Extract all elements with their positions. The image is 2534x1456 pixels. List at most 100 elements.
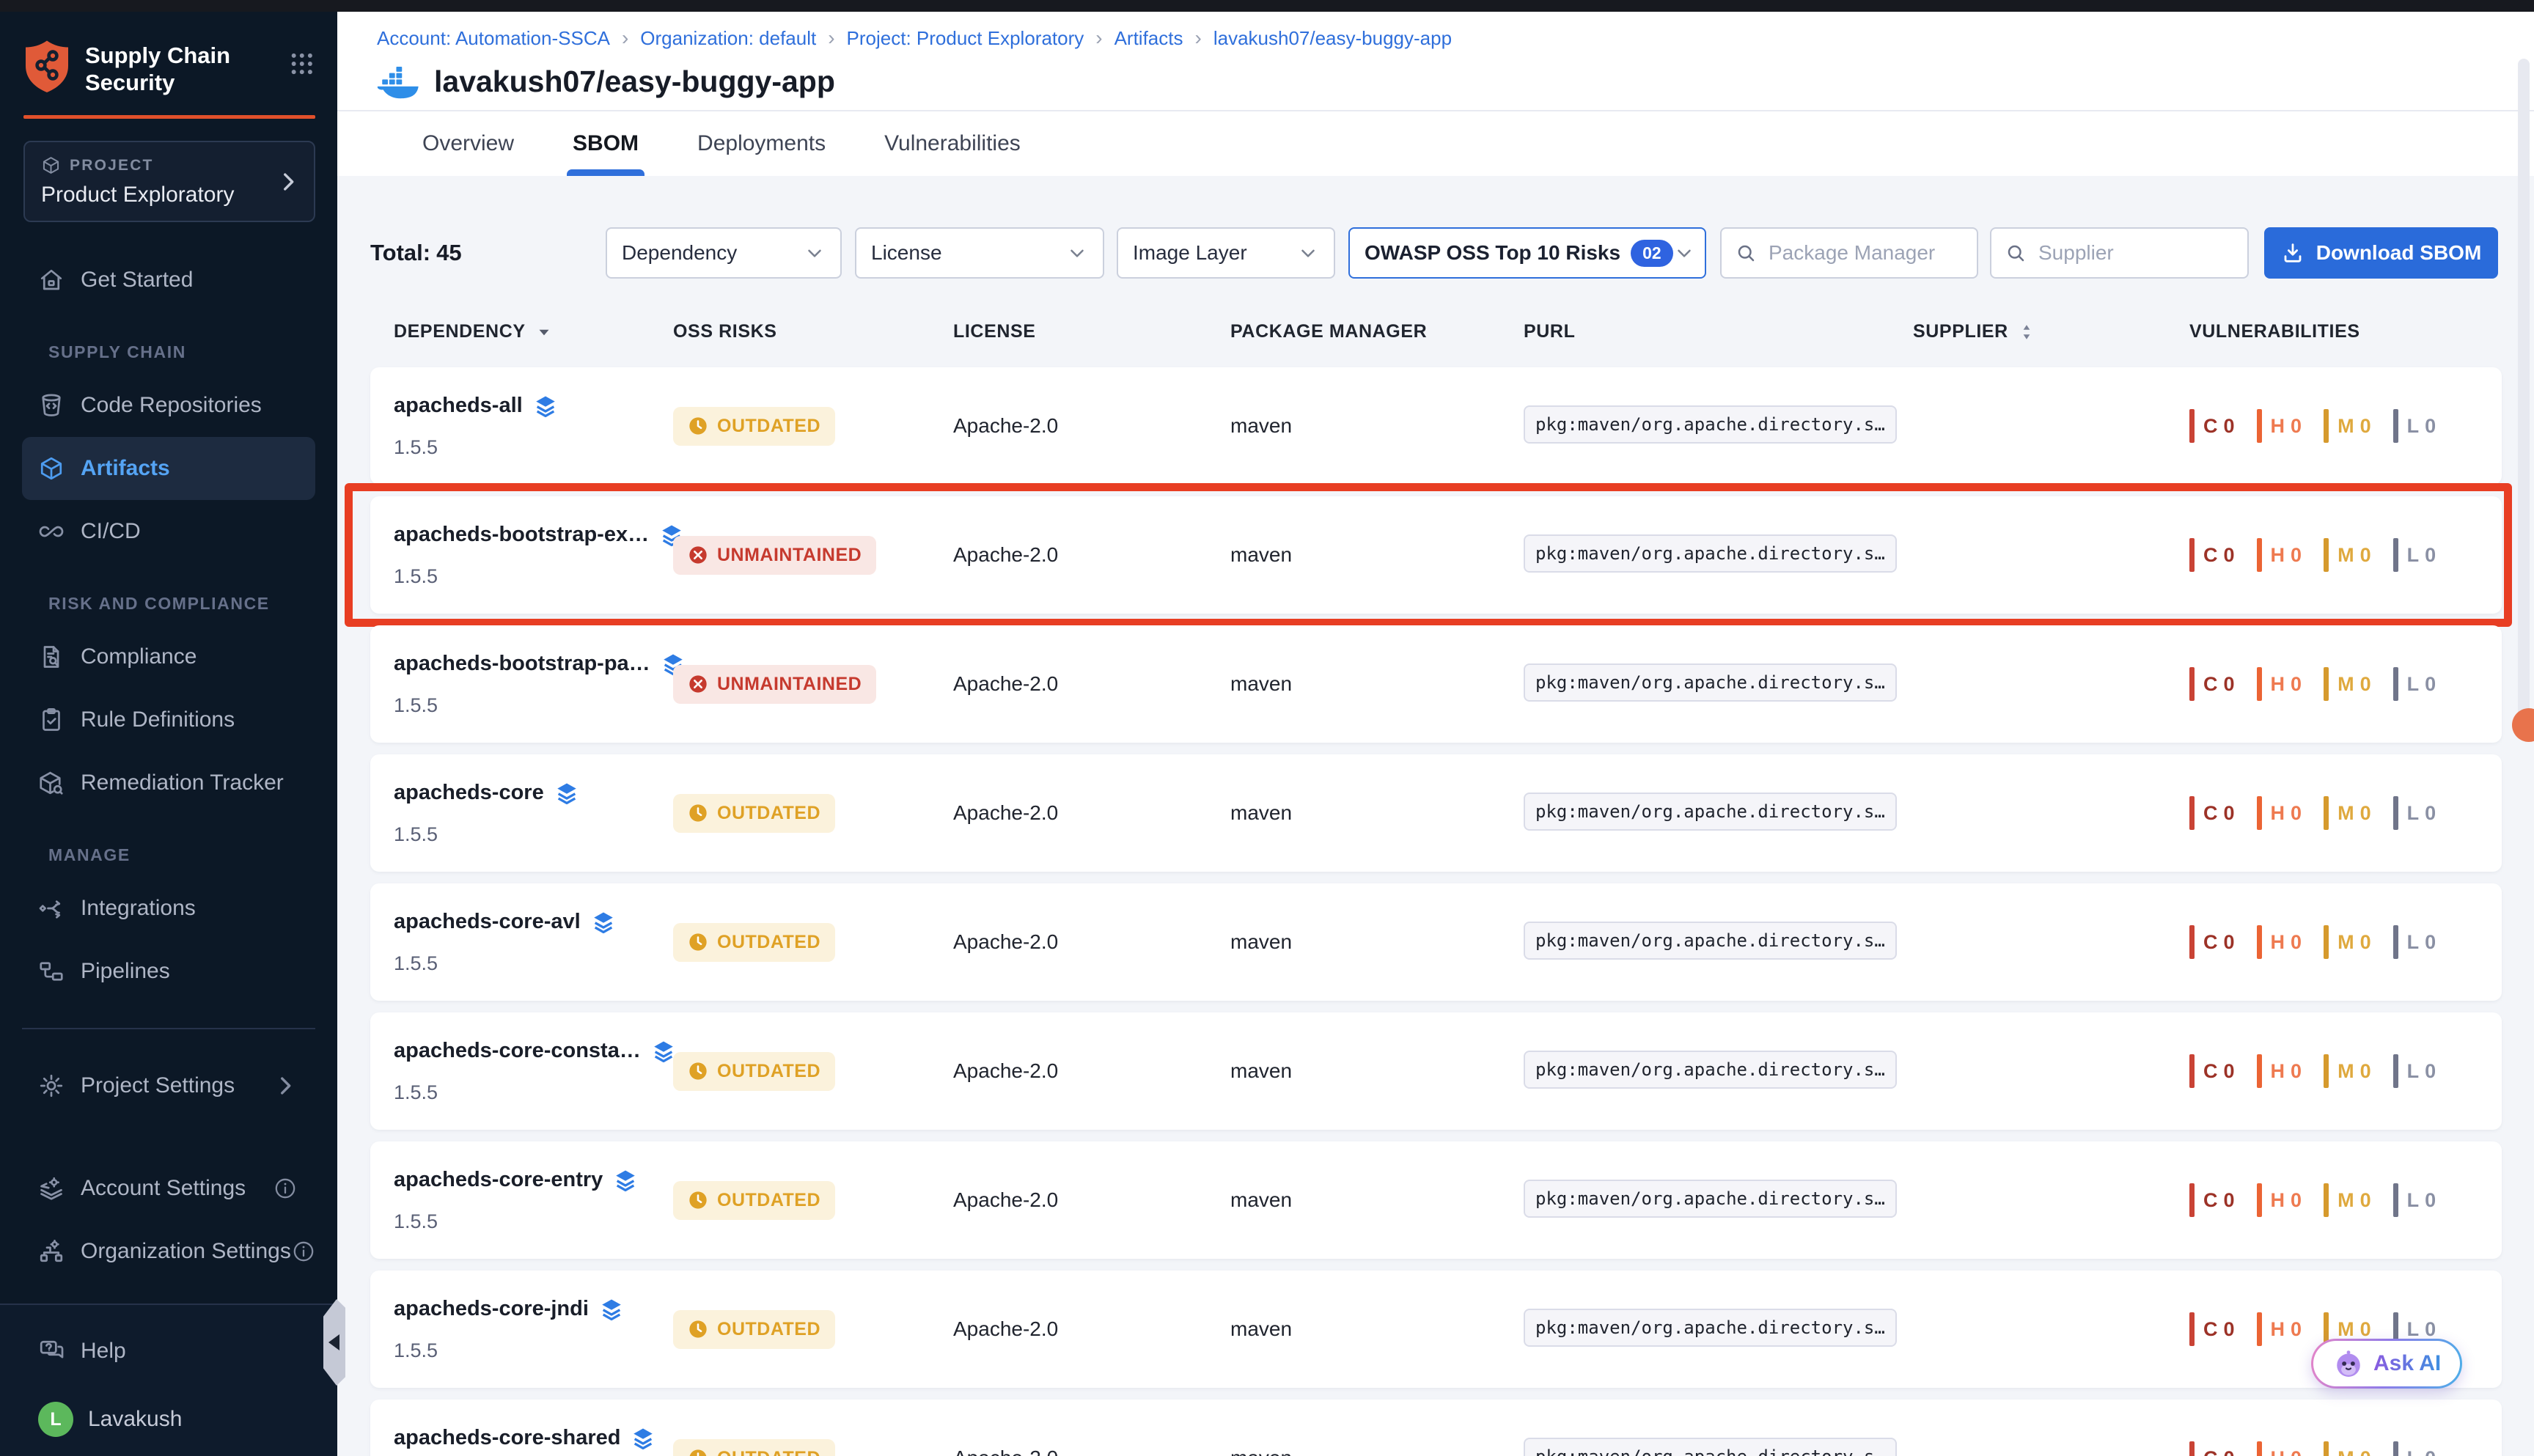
- download-sbom-button[interactable]: Download SBOM: [2264, 227, 2498, 279]
- breadcrumb-link[interactable]: lavakush07/easy-buggy-app: [1213, 27, 1452, 50]
- oss-risk-badge: UNMAINTAINED: [673, 536, 876, 575]
- vuln-high: H 0: [2257, 409, 2302, 443]
- sidebar-item-code-repositories[interactable]: Code Repositories: [22, 374, 315, 437]
- vertical-scrollbar[interactable]: [2518, 59, 2530, 740]
- sidebar-bottom: Help L Lavakush: [0, 1304, 337, 1456]
- sidebar-item-organization-settings[interactable]: Organization Settings: [22, 1220, 315, 1283]
- nav-section-label: MANAGE: [48, 845, 337, 865]
- breadcrumb: Account: Automation-SSCA › Organization: d…: [377, 26, 2534, 50]
- license: Apache-2.0: [953, 672, 1230, 696]
- table-row[interactable]: apacheds-all 1.5.5 OUTDATED Apache-2.0 m…: [370, 367, 2502, 485]
- package-manager: maven: [1230, 543, 1524, 567]
- highlight-box: apacheds-bootstrap-ex… 1.5.5 UNMAINTAINE…: [345, 483, 2512, 627]
- table-row[interactable]: apacheds-core-shared 1.5.5 OUTDATED Apac…: [370, 1400, 2502, 1456]
- license: Apache-2.0: [953, 1059, 1230, 1083]
- table-rows: apacheds-all 1.5.5 OUTDATED Apache-2.0 m…: [370, 367, 2502, 1456]
- package-manager: maven: [1230, 1188, 1524, 1212]
- sidebar-item-help[interactable]: Help: [22, 1320, 315, 1383]
- breadcrumb-link[interactable]: Project: Product Exploratory: [847, 27, 1084, 50]
- vuln-medium: M 0: [2324, 796, 2371, 830]
- ban-icon: [688, 674, 708, 694]
- layers-icon: [613, 1168, 638, 1193]
- supplier-search-input[interactable]: [2037, 240, 2234, 265]
- sidebar-item-remediation-tracker[interactable]: Remediation Tracker: [22, 751, 315, 815]
- sidebar-item-get-started[interactable]: Get Started: [22, 249, 315, 312]
- nav-section-label: RISK AND COMPLIANCE: [48, 594, 337, 614]
- column-header-dependency[interactable]: DEPENDENCY: [394, 321, 673, 342]
- chevron-down-icon: [1673, 242, 1695, 264]
- vulnerability-counts: C 0 H 0 M 0: [2189, 409, 2494, 443]
- purl-value[interactable]: pkg:maven/org.apache.directory.s…: [1524, 1309, 1897, 1347]
- purl-value[interactable]: pkg:maven/org.apache.directory.s…: [1524, 922, 1897, 960]
- dependency-version: 1.5.5: [394, 1339, 673, 1362]
- sidebar-item-compliance[interactable]: Compliance: [22, 625, 315, 688]
- dependency-filter-dropdown[interactable]: Dependency: [606, 227, 842, 279]
- breadcrumb-link[interactable]: Artifacts: [1114, 27, 1183, 50]
- sidebar-item-pipelines[interactable]: Pipelines: [22, 940, 315, 1003]
- project-selector[interactable]: PROJECT Product Exploratory: [23, 141, 315, 222]
- table-row[interactable]: apacheds-bootstrap-ex… 1.5.5 UNMAINTAINE…: [370, 496, 2502, 614]
- image-layer-filter-dropdown[interactable]: Image Layer: [1117, 227, 1335, 279]
- oss-risk-badge: OUTDATED: [673, 1181, 835, 1220]
- table-header: DEPENDENCY OSS RISKS LICENSE PACKAGE MAN…: [370, 321, 2502, 342]
- vuln-high: H 0: [2257, 925, 2302, 959]
- ask-ai-button[interactable]: Ask AI: [2311, 1339, 2462, 1389]
- clipboard-icon: [38, 707, 65, 733]
- sort-desc-icon[interactable]: [535, 323, 554, 342]
- package-manager: maven: [1230, 1446, 1524, 1456]
- sidebar-header: Supply Chain Security: [0, 0, 337, 96]
- dependency-name: apacheds-core-jndi: [394, 1297, 589, 1321]
- sidebar-item-artifacts[interactable]: Artifacts: [22, 437, 315, 500]
- tab-overview[interactable]: Overview: [422, 111, 514, 176]
- gear-icon: [38, 1073, 65, 1099]
- sidebar-item-rule-definitions[interactable]: Rule Definitions: [22, 688, 315, 751]
- project-name: Product Exploratory: [41, 183, 298, 207]
- purl-value[interactable]: pkg:maven/org.apache.directory.s…: [1524, 1051, 1897, 1089]
- purl-value[interactable]: pkg:maven/org.apache.directory.s…: [1524, 405, 1897, 444]
- license: Apache-2.0: [953, 414, 1230, 438]
- sidebar-item-project-settings[interactable]: Project Settings: [22, 1054, 315, 1117]
- breadcrumb-separator: ›: [622, 26, 628, 50]
- sidebar-item-integrations[interactable]: Integrations: [22, 877, 315, 940]
- vuln-medium: M 0: [2324, 1441, 2371, 1456]
- breadcrumb-link[interactable]: Account: Automation-SSCA: [377, 27, 610, 50]
- vuln-high: H 0: [2257, 1441, 2302, 1456]
- purl-value[interactable]: pkg:maven/org.apache.directory.s…: [1524, 534, 1897, 573]
- tab-sbom[interactable]: SBOM: [573, 111, 639, 176]
- table-row[interactable]: apacheds-core-entry 1.5.5 OUTDATED Apach…: [370, 1141, 2502, 1259]
- table-row[interactable]: apacheds-core-consta… 1.5.5 OUTDATED Apa…: [370, 1012, 2502, 1130]
- purl-value[interactable]: pkg:maven/org.apache.directory.s…: [1524, 663, 1897, 702]
- dependency-name: apacheds-bootstrap-ex…: [394, 523, 649, 547]
- nav-section-label: SUPPLY CHAIN: [48, 342, 337, 362]
- column-header-package-manager: PACKAGE MANAGER: [1230, 321, 1524, 342]
- table-row[interactable]: apacheds-core 1.5.5 OUTDATED Apache-2.0 …: [370, 754, 2502, 872]
- table-row[interactable]: apacheds-bootstrap-pa… 1.5.5 UNMAINTAINE…: [370, 625, 2502, 743]
- sidebar-item-ci-cd[interactable]: CI/CD: [22, 500, 315, 563]
- tab-vulnerabilities[interactable]: Vulnerabilities: [884, 111, 1021, 176]
- apps-grid-icon[interactable]: [289, 48, 315, 79]
- package-manager-search-input[interactable]: [1767, 240, 1964, 265]
- purl-value[interactable]: pkg:maven/org.apache.directory.s…: [1524, 1438, 1897, 1456]
- vulnerability-counts: C 0 H 0 M 0: [2189, 538, 2494, 572]
- table-row[interactable]: apacheds-core-jndi 1.5.5 OUTDATED Apache…: [370, 1271, 2502, 1388]
- purl-value[interactable]: pkg:maven/org.apache.directory.s…: [1524, 1180, 1897, 1218]
- purl-value[interactable]: pkg:maven/org.apache.directory.s…: [1524, 793, 1897, 831]
- layers-icon: [651, 1039, 676, 1064]
- vuln-low: L 0: [2393, 925, 2436, 959]
- breadcrumb-link[interactable]: Organization: default: [640, 27, 816, 50]
- user-menu[interactable]: L Lavakush: [22, 1402, 315, 1437]
- sidebar-nav: Get Started SUPPLY CHAIN Code Repositori…: [0, 249, 337, 1003]
- project-cube-icon: [41, 155, 61, 175]
- clock-icon: [688, 1190, 708, 1210]
- owasp-filter-dropdown[interactable]: OWASP OSS Top 10 Risks 02: [1348, 227, 1706, 279]
- tab-deployments[interactable]: Deployments: [697, 111, 826, 176]
- license-filter-dropdown[interactable]: License: [855, 227, 1104, 279]
- cube-wrench-icon: [38, 770, 65, 796]
- table-row[interactable]: apacheds-core-avl 1.5.5 OUTDATED Apache-…: [370, 883, 2502, 1001]
- dependency-name: apacheds-bootstrap-pa…: [394, 652, 650, 676]
- edge-notification-dot[interactable]: [2512, 708, 2534, 742]
- sort-updown-icon[interactable]: [2017, 323, 2036, 342]
- sidebar-item-account-settings[interactable]: Account Settings: [22, 1157, 315, 1220]
- chevron-down-icon: [1297, 242, 1319, 264]
- column-header-supplier[interactable]: SUPPLIER: [1913, 321, 2189, 342]
